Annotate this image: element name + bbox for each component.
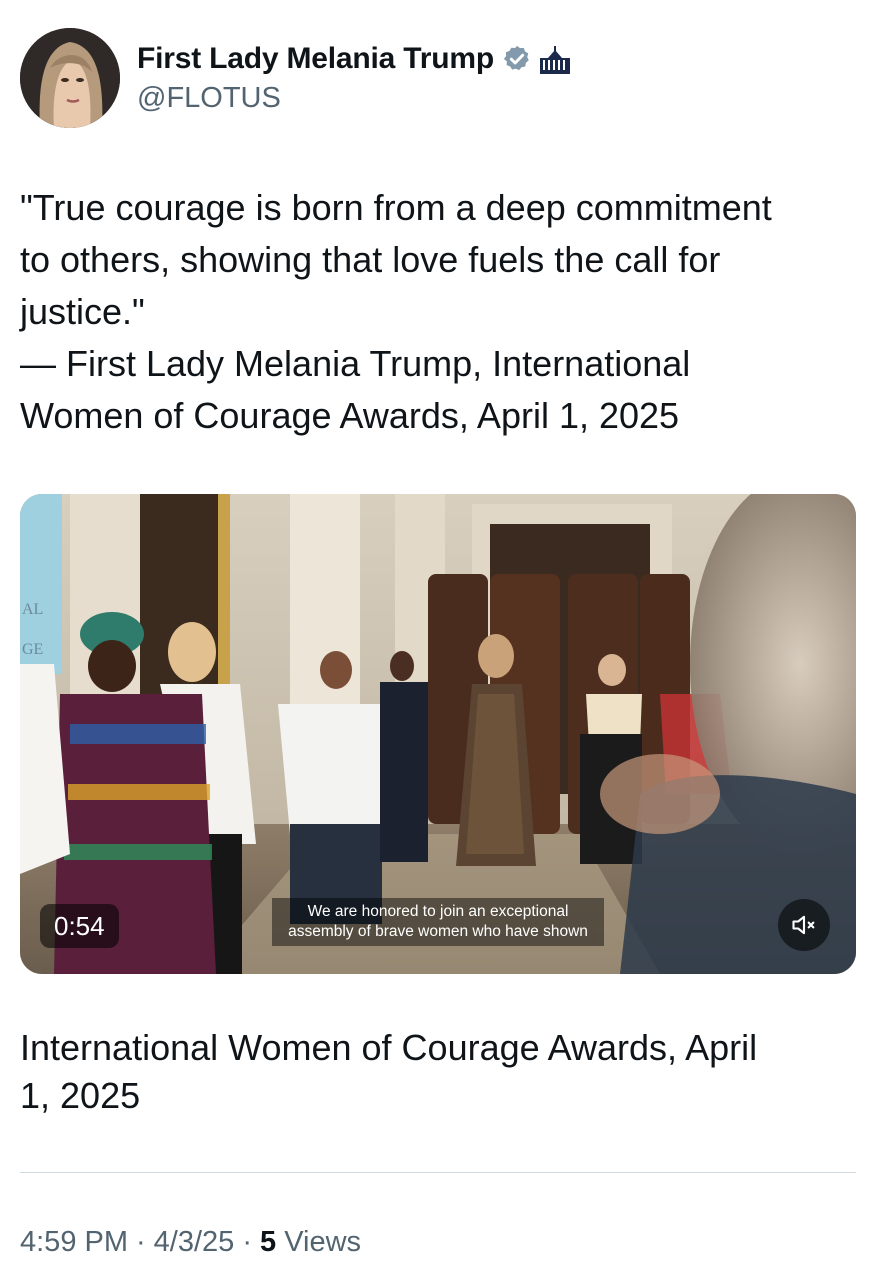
tweet-text: "True courage is born from a deep commit… <box>20 187 772 436</box>
name-row: First Lady Melania Trump <box>137 40 572 78</box>
media-title: International Women of Courage Awards, A… <box>20 1027 758 1116</box>
tweet-time[interactable]: 4:59 PM <box>20 1226 128 1258</box>
tweet-meta: 4:59 PM · 4/3/25 · 5 Views <box>20 1226 361 1259</box>
video-duration-badge: 0:54 <box>40 904 119 948</box>
avatar[interactable] <box>20 28 120 128</box>
video-caption: We are honored to join an exceptional as… <box>272 898 604 946</box>
tweet-header: First Lady Melania Trump @FLOTUS <box>20 28 572 128</box>
handle[interactable]: @FLOTUS <box>137 82 572 115</box>
sign-text-1: AL <box>22 601 43 618</box>
video-player[interactable]: AL GE 0:54 We are honored to join an exc… <box>20 494 856 974</box>
divider <box>20 1172 856 1173</box>
views-label: Views <box>284 1226 362 1258</box>
verified-badge-icon[interactable] <box>502 44 532 74</box>
avatar-portrait <box>20 28 120 128</box>
white-house-icon[interactable] <box>537 42 572 76</box>
tweet-date[interactable]: 4/3/25 <box>154 1226 235 1258</box>
mute-button[interactable] <box>778 899 830 951</box>
meta-separator: · <box>136 1226 146 1258</box>
views-count[interactable]: 5 <box>260 1226 276 1258</box>
display-name[interactable]: First Lady Melania Trump <box>137 42 494 76</box>
sign-text-2: GE <box>22 641 43 658</box>
speaker-muted-icon <box>792 915 815 935</box>
identity-block: First Lady Melania Trump @FLOTUS <box>137 40 572 115</box>
meta-separator: · <box>242 1226 252 1258</box>
